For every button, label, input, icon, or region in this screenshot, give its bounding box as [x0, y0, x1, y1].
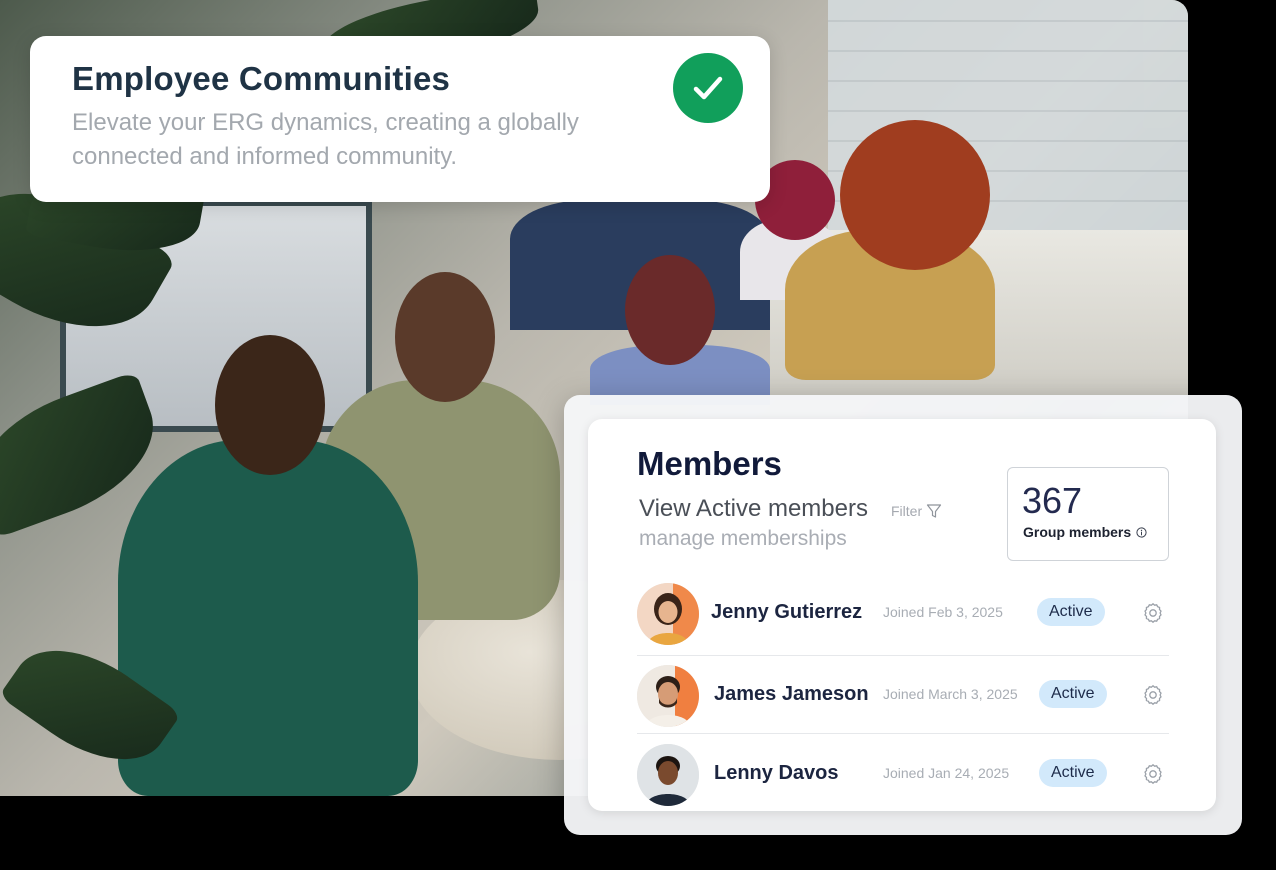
status-badge: Active: [1039, 759, 1107, 787]
members-panel: Members View Active members Filter manag…: [564, 395, 1242, 835]
gear-icon[interactable]: [1141, 601, 1165, 625]
person-body: [118, 440, 418, 796]
member-joined-date: Joined Feb 3, 2025: [883, 604, 1003, 620]
member-joined-date: Joined Jan 24, 2025: [883, 765, 1010, 781]
status-badge: Active: [1037, 598, 1105, 626]
avatar: [637, 583, 699, 645]
hero-subtitle: Elevate your ERG dynamics, creating a gl…: [72, 109, 579, 170]
gear-icon[interactable]: [1141, 762, 1165, 786]
hero-card: Employee Communities Elevate your ERG dy…: [30, 36, 770, 202]
avatar: [637, 744, 699, 806]
member-joined-date: Joined March 3, 2025: [883, 686, 1018, 702]
members-title: Members: [637, 445, 782, 482]
group-members-number: 367: [1022, 480, 1083, 521]
filter-label: Filter: [891, 503, 923, 519]
avatar: [637, 665, 699, 727]
row-divider: [637, 655, 1169, 656]
person-head: [840, 120, 990, 270]
member-row[interactable]: Lenny Davos Joined Jan 24, 2025 Active: [637, 736, 1169, 814]
filter-button[interactable]: Filter: [891, 503, 942, 519]
filter-icon: [927, 504, 942, 518]
member-name: Jenny Gutierrez: [711, 601, 863, 623]
member-row[interactable]: James Jameson Joined March 3, 2025 Activ…: [637, 657, 1169, 735]
members-card: Members View Active members Filter manag…: [588, 419, 1216, 811]
manage-memberships[interactable]: manage memberships: [639, 527, 847, 551]
row-divider: [637, 733, 1169, 734]
view-active-members[interactable]: View Active members: [639, 495, 868, 523]
gear-icon[interactable]: [1141, 683, 1165, 707]
member-row[interactable]: Jenny Gutierrez Joined Feb 3, 2025 Activ…: [637, 575, 1169, 653]
member-name: Lenny Davos: [714, 762, 839, 784]
hero-title: Employee Communities: [72, 60, 451, 97]
group-members-label: Group members: [1023, 524, 1147, 540]
member-name: James Jameson: [714, 683, 869, 705]
person-head: [215, 335, 325, 475]
person-head: [395, 272, 495, 402]
check-icon: [673, 53, 743, 123]
group-members-count: 367 Group members: [1007, 467, 1169, 561]
status-badge: Active: [1039, 680, 1107, 708]
info-icon[interactable]: [1136, 526, 1147, 538]
person-head: [625, 255, 715, 365]
